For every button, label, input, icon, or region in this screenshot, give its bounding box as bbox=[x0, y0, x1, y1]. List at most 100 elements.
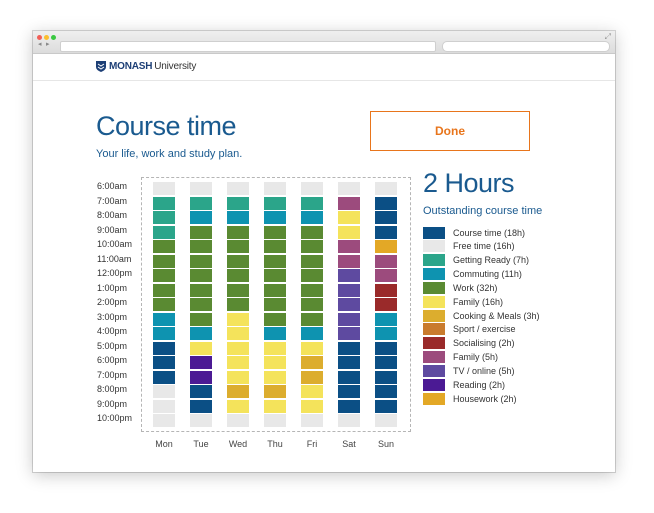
schedule-cell-wed-work[interactable] bbox=[227, 240, 249, 253]
schedule-cell-sun-course[interactable] bbox=[375, 399, 397, 413]
schedule-cell-fri-cooking[interactable] bbox=[301, 370, 323, 384]
schedule-cell-thu-work[interactable] bbox=[264, 283, 286, 297]
legend-item-course[interactable]: Course time (18h) bbox=[423, 226, 525, 239]
schedule-cell-sun-course[interactable] bbox=[375, 385, 397, 398]
schedule-cell-sun-course[interactable] bbox=[375, 356, 397, 369]
schedule-cell-thu-family[interactable] bbox=[264, 399, 286, 413]
schedule-cell-fri-family[interactable] bbox=[301, 399, 323, 413]
legend-item-family[interactable]: Family (16h) bbox=[423, 295, 503, 308]
legend-item-sport[interactable]: Sport / exercise bbox=[423, 323, 516, 336]
schedule-cell-tue-reading[interactable] bbox=[190, 356, 212, 369]
schedule-cell-thu-work[interactable] bbox=[264, 312, 286, 326]
schedule-cell-thu-work[interactable] bbox=[264, 225, 286, 239]
schedule-cell-mon-work[interactable] bbox=[153, 283, 175, 297]
schedule-cell-sat-family[interactable] bbox=[338, 225, 360, 239]
schedule-cell-wed-work[interactable] bbox=[227, 225, 249, 239]
address-bar[interactable] bbox=[60, 41, 436, 52]
schedule-cell-sun-family2[interactable] bbox=[375, 254, 397, 268]
schedule-cell-fri-work[interactable] bbox=[301, 298, 323, 311]
schedule-cell-fri-family[interactable] bbox=[301, 341, 323, 355]
schedule-cell-sat-course[interactable] bbox=[338, 356, 360, 369]
schedule-cell-fri-work[interactable] bbox=[301, 225, 323, 239]
schedule-cell-wed-work[interactable] bbox=[227, 269, 249, 282]
schedule-cell-sat-family2[interactable] bbox=[338, 240, 360, 253]
schedule-cell-mon-free[interactable] bbox=[153, 399, 175, 413]
schedule-cell-wed-free[interactable] bbox=[227, 182, 249, 195]
schedule-cell-sun-free[interactable] bbox=[375, 182, 397, 195]
schedule-cell-tue-commute[interactable] bbox=[190, 211, 212, 224]
schedule-cell-tue-course[interactable] bbox=[190, 385, 212, 398]
schedule-cell-sat-tv[interactable] bbox=[338, 327, 360, 340]
schedule-cell-mon-course[interactable] bbox=[153, 356, 175, 369]
schedule-cell-sat-course[interactable] bbox=[338, 370, 360, 384]
schedule-cell-wed-commute[interactable] bbox=[227, 211, 249, 224]
schedule-cell-wed-cooking[interactable] bbox=[227, 385, 249, 398]
schedule-cell-tue-work[interactable] bbox=[190, 240, 212, 253]
monash-logo[interactable]: MONASH University bbox=[96, 61, 196, 72]
back-icon[interactable]: ◂ bbox=[38, 41, 42, 49]
schedule-cell-sat-family[interactable] bbox=[338, 211, 360, 224]
schedule-cell-mon-ready[interactable] bbox=[153, 211, 175, 224]
schedule-cell-sun-commute[interactable] bbox=[375, 327, 397, 340]
schedule-cell-tue-work[interactable] bbox=[190, 283, 212, 297]
legend-item-free[interactable]: Free time (16h) bbox=[423, 240, 515, 253]
schedule-cell-fri-work[interactable] bbox=[301, 269, 323, 282]
schedule-cell-thu-work[interactable] bbox=[264, 269, 286, 282]
legend-item-family2[interactable]: Family (5h) bbox=[423, 351, 498, 364]
schedule-cell-mon-ready[interactable] bbox=[153, 196, 175, 210]
legend-item-reading[interactable]: Reading (2h) bbox=[423, 378, 505, 391]
schedule-cell-tue-work[interactable] bbox=[190, 298, 212, 311]
minimize-dot[interactable] bbox=[44, 35, 49, 40]
schedule-cell-mon-course[interactable] bbox=[153, 341, 175, 355]
schedule-cell-fri-work[interactable] bbox=[301, 312, 323, 326]
schedule-cell-thu-family[interactable] bbox=[264, 356, 286, 369]
schedule-cell-fri-family[interactable] bbox=[301, 385, 323, 398]
schedule-cell-thu-free[interactable] bbox=[264, 182, 286, 195]
done-button[interactable]: Done bbox=[370, 111, 530, 151]
schedule-cell-fri-commute[interactable] bbox=[301, 211, 323, 224]
schedule-cell-thu-family[interactable] bbox=[264, 341, 286, 355]
schedule-cell-mon-work[interactable] bbox=[153, 298, 175, 311]
schedule-cell-fri-commute[interactable] bbox=[301, 327, 323, 340]
schedule-cell-wed-family[interactable] bbox=[227, 327, 249, 340]
schedule-cell-wed-family[interactable] bbox=[227, 399, 249, 413]
schedule-cell-tue-work[interactable] bbox=[190, 225, 212, 239]
schedule-cell-fri-work[interactable] bbox=[301, 240, 323, 253]
schedule-cell-wed-work[interactable] bbox=[227, 254, 249, 268]
legend-item-social[interactable]: Socialising (2h) bbox=[423, 337, 515, 350]
schedule-cell-sun-social[interactable] bbox=[375, 283, 397, 297]
schedule-cell-sat-family2[interactable] bbox=[338, 254, 360, 268]
legend-item-commute[interactable]: Commuting (11h) bbox=[423, 268, 522, 281]
schedule-cell-sat-tv[interactable] bbox=[338, 283, 360, 297]
schedule-cell-thu-commute[interactable] bbox=[264, 327, 286, 340]
forward-icon[interactable]: ▸ bbox=[46, 41, 50, 49]
schedule-cell-tue-commute[interactable] bbox=[190, 327, 212, 340]
schedule-cell-tue-family[interactable] bbox=[190, 341, 212, 355]
schedule-cell-sun-course[interactable] bbox=[375, 370, 397, 384]
schedule-cell-sun-course[interactable] bbox=[375, 225, 397, 239]
schedule-cell-mon-ready[interactable] bbox=[153, 225, 175, 239]
schedule-cell-mon-free[interactable] bbox=[153, 182, 175, 195]
schedule-cell-wed-ready[interactable] bbox=[227, 196, 249, 210]
schedule-cell-sat-family2[interactable] bbox=[338, 196, 360, 210]
legend-item-work[interactable]: Work (32h) bbox=[423, 281, 497, 294]
legend-item-ready[interactable]: Getting Ready (7h) bbox=[423, 254, 529, 267]
schedule-cell-tue-work[interactable] bbox=[190, 269, 212, 282]
schedule-cell-sat-free[interactable] bbox=[338, 182, 360, 195]
schedule-cell-thu-family[interactable] bbox=[264, 370, 286, 384]
schedule-cell-thu-cooking[interactable] bbox=[264, 385, 286, 398]
schedule-cell-wed-free[interactable] bbox=[227, 414, 249, 427]
schedule-cell-mon-free[interactable] bbox=[153, 414, 175, 427]
schedule-cell-mon-commute[interactable] bbox=[153, 327, 175, 340]
schedule-cell-tue-work[interactable] bbox=[190, 312, 212, 326]
schedule-cell-mon-work[interactable] bbox=[153, 269, 175, 282]
maximize-dot[interactable] bbox=[51, 35, 56, 40]
schedule-cell-tue-free[interactable] bbox=[190, 182, 212, 195]
schedule-cell-wed-work[interactable] bbox=[227, 283, 249, 297]
schedule-cell-wed-work[interactable] bbox=[227, 298, 249, 311]
schedule-cell-fri-ready[interactable] bbox=[301, 196, 323, 210]
schedule-cell-sat-course[interactable] bbox=[338, 341, 360, 355]
schedule-cell-thu-ready[interactable] bbox=[264, 196, 286, 210]
schedule-cell-thu-work[interactable] bbox=[264, 254, 286, 268]
schedule-cell-tue-reading[interactable] bbox=[190, 370, 212, 384]
